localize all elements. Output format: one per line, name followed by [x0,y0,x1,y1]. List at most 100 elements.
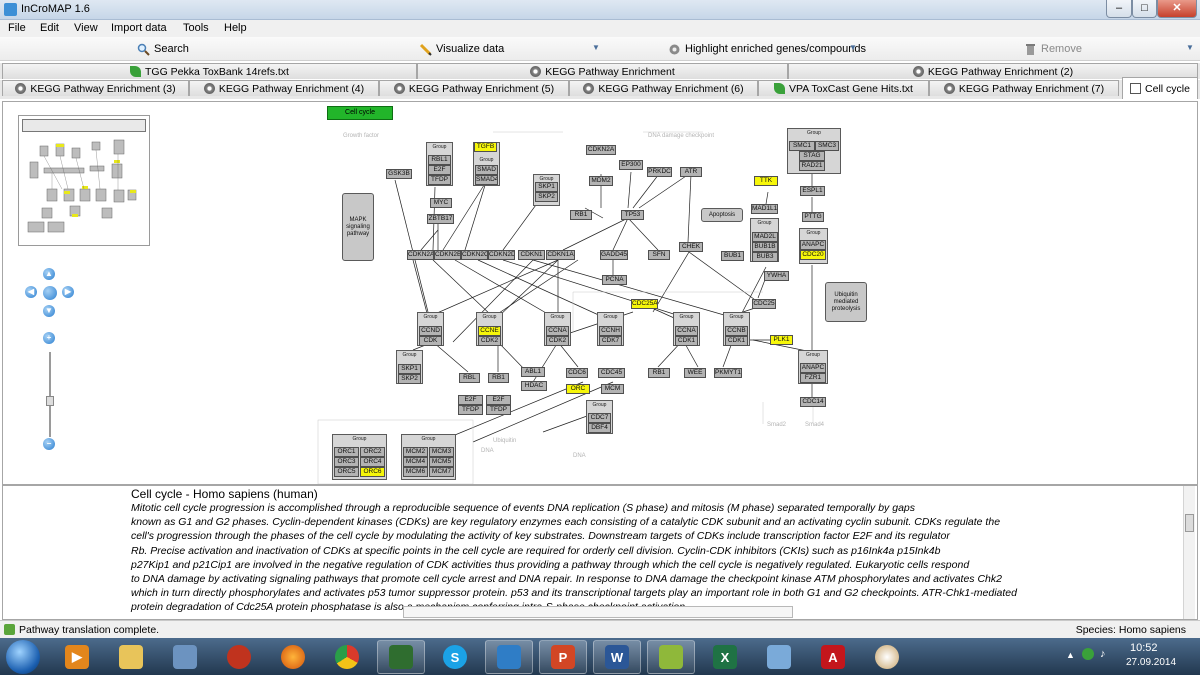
highlight-dropdown-icon[interactable]: ▼ [849,43,857,52]
gene-node[interactable]: CDKN2A [407,250,434,260]
gene-node[interactable]: MCM7 [429,467,454,477]
close-button[interactable]: ✕ [1157,0,1197,18]
gene-node[interactable]: SMAD4 [475,175,498,185]
paint-taskbar-button[interactable] [863,640,911,674]
gene-node[interactable]: MAD1L1 [751,204,778,214]
gene-node[interactable]: ZBTB17 [427,214,454,224]
gene-node[interactable]: BUB3 [752,252,778,262]
tab-cell-cycle[interactable]: Cell cycle [1122,77,1198,99]
word-taskbar-button[interactable]: W [593,640,641,674]
gene-node[interactable]: DBF4 [588,423,611,433]
gene-node[interactable]: ORC [566,384,590,394]
tray-app-icon[interactable] [1082,648,1094,660]
menu-edit[interactable]: Edit [40,22,59,34]
gene-node[interactable]: ANAPC [800,363,826,373]
vertical-scrollbar[interactable] [1183,486,1195,619]
menu-import-data[interactable]: Import data [111,22,167,34]
media-player-taskbar-button[interactable]: ▶ [53,640,101,674]
incromap-taskbar-button[interactable] [647,640,695,674]
gene-node[interactable]: CDKN2A [586,145,616,155]
pan-center-button[interactable] [43,286,57,300]
gene-node[interactable]: CCNB [725,326,748,336]
tab-kegg-enrichment-7[interactable]: KEGG Pathway Enrichment (7) [929,80,1119,96]
pan-up-button[interactable]: ▲ [43,268,55,280]
gene-node[interactable]: PTTG [802,212,824,222]
remove-dropdown-icon[interactable]: ▼ [1186,43,1194,52]
game-taskbar-button[interactable] [215,640,263,674]
gene-node[interactable]: MYC [430,198,452,208]
gene-node[interactable]: MCM4 [403,457,428,467]
gene-node[interactable]: STAG [799,151,825,161]
mapk-signaling-node[interactable]: MAPK signaling pathway [342,193,374,261]
zoom-in-button[interactable]: + [43,332,55,344]
gene-node[interactable]: PRKDC [647,167,672,177]
gene-node[interactable]: MAD2L [752,232,778,242]
gene-node[interactable]: ANAPC [800,240,826,250]
menu-tools[interactable]: Tools [183,22,209,34]
gene-node[interactable]: CDK7 [599,336,622,346]
pathway-view[interactable]: ▲ ◀ ▶ ▼ + − Growth factor DNA damage che… [2,101,1198,485]
zoom-slider-thumb[interactable] [46,396,54,406]
gene-node[interactable]: CDC25 [752,299,776,309]
tab-kegg-enrichment-4[interactable]: KEGG Pathway Enrichment (4) [189,80,379,96]
firefox-taskbar-button[interactable] [269,640,317,674]
gene-node[interactable]: FZR1 [800,373,826,383]
gene-node[interactable]: CDC45 [598,368,625,378]
gene-node[interactable]: ABL1 [521,367,545,377]
excel-taskbar-button[interactable]: X [701,640,749,674]
remote-desktop-taskbar-button[interactable] [485,640,533,674]
gene-node[interactable]: SKP2 [535,192,558,202]
gene-node[interactable]: BUB1B [752,242,778,252]
pan-left-button[interactable]: ◀ [25,286,37,298]
gene-node[interactable]: PKMYT1 [714,368,742,378]
tab-tgg-pekka[interactable]: TGG Pekka ToxBank 14refs.txt [2,63,417,79]
gene-node[interactable]: GSK3B [386,169,412,179]
gene-node[interactable]: TTK [754,176,778,186]
gene-node[interactable]: MCM2 [403,447,428,457]
clock-time[interactable]: 10:52 [1130,642,1158,654]
search-button[interactable]: Search [137,41,189,57]
gene-node[interactable]: WEE [684,368,706,378]
highlight-enriched-button[interactable]: Highlight enriched genes/compounds [668,41,866,57]
gene-node[interactable]: CCND [419,326,442,336]
terminal-taskbar-button[interactable] [377,640,425,674]
gene-node[interactable]: CDKN2C [461,250,488,260]
tab-vpa-toxcast[interactable]: VPA ToxCast Gene Hits.txt [758,80,929,96]
gene-node[interactable]: CDK1 [675,336,698,346]
skype-taskbar-button[interactable]: S [431,640,479,674]
gene-node[interactable]: HDAC [521,381,547,391]
menu-help[interactable]: Help [224,22,247,34]
gene-node[interactable]: E2F [428,165,451,175]
gene-node[interactable]: RAD21 [799,161,825,171]
zoom-out-button[interactable]: − [43,438,55,450]
gene-node[interactable]: ATR [680,167,702,177]
description-panel[interactable]: Cell cycle - Homo sapiens (human) Mitoti… [2,485,1198,620]
visualize-dropdown-icon[interactable]: ▼ [592,43,600,52]
zoom-slider-track[interactable] [49,352,51,437]
gene-node[interactable]: MCM6 [403,467,428,477]
gene-node[interactable]: RB1 [648,368,670,378]
ubiquitin-proteolysis-node[interactable]: Ubiquitin mediated proteolysis [825,282,867,322]
gene-node[interactable]: TP53 [621,210,644,220]
gene-node[interactable]: TFDP [428,175,451,185]
gene-node[interactable]: TFDP [458,405,483,415]
gene-node[interactable]: CCNE [478,326,501,336]
gene-node[interactable]: CCNA [675,326,698,336]
maximize-button[interactable]: □ [1132,0,1157,18]
gene-node[interactable]: CDC25A [631,299,658,309]
gene-node[interactable]: RBL1 [428,155,451,165]
gene-node[interactable]: CDK2 [478,336,501,346]
gene-node[interactable]: CDC6 [566,368,588,378]
gene-node[interactable]: RB1 [488,373,509,383]
gene-node[interactable]: CHEK [679,242,703,252]
gene-node[interactable]: SFN [648,250,670,260]
gene-node[interactable]: CDC20 [800,250,826,260]
gene-node[interactable]: MCM3 [429,447,454,457]
menu-file[interactable]: File [8,22,26,34]
gene-node[interactable]: MDM2 [589,176,613,186]
explorer-taskbar-button[interactable] [107,640,155,674]
gene-node[interactable]: SKP2 [398,374,421,384]
gene-node[interactable]: CDKN2B [434,250,461,260]
gene-node[interactable]: ORC6 [360,467,385,477]
overview-panel[interactable] [18,115,150,246]
